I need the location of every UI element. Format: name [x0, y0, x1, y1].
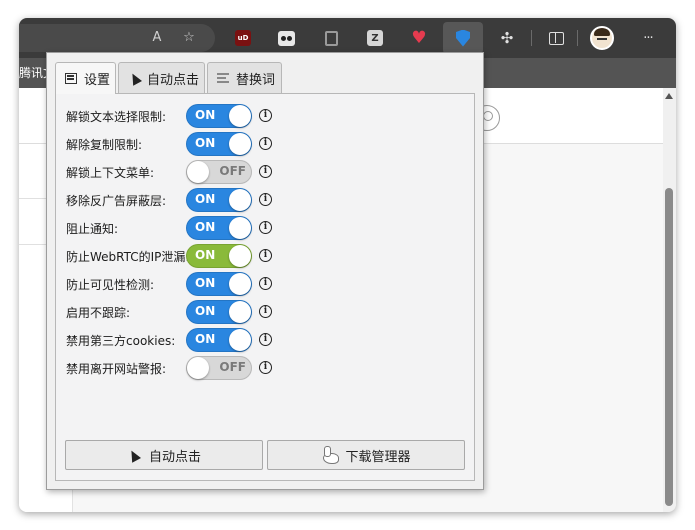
profile-button[interactable]	[588, 25, 616, 51]
eyes-icon	[277, 30, 295, 46]
shield-icon	[456, 29, 470, 47]
extension-popup: 设置 自动点击 替换词 解锁文本选择限制: ON i 解除复制限制: ON i …	[46, 52, 484, 490]
setting-row: 启用不跟踪: ON i	[66, 300, 466, 324]
goose-icon	[321, 446, 340, 464]
setting-label: 启用不跟踪:	[66, 306, 131, 320]
setting-label: 阻止通知:	[66, 222, 119, 236]
info-icon[interactable]: i	[259, 277, 272, 290]
setting-row: 禁用第三方cookies: ON i	[66, 328, 466, 352]
ublock-icon: uD	[235, 30, 251, 46]
reader-extension-button[interactable]	[317, 25, 345, 51]
info-icon[interactable]: i	[259, 249, 272, 262]
setting-label: 禁用离开网站警报:	[66, 362, 167, 376]
tab-label: 设置	[84, 73, 111, 88]
tab-label: 替换词	[236, 72, 276, 88]
info-icon[interactable]: i	[259, 193, 272, 206]
info-icon[interactable]: i	[259, 305, 272, 318]
info-icon[interactable]: i	[259, 165, 272, 178]
setting-row: 解除复制限制: ON i	[66, 132, 466, 156]
setting-label: 防止WebRTC的IP泄漏:	[66, 250, 190, 264]
setting-row: 解锁上下文菜单: OFF i	[66, 160, 466, 184]
heart-extension-button[interactable]: ♥	[405, 25, 433, 51]
setting-toggle[interactable]: ON	[186, 132, 252, 156]
settings-panel: 解锁文本选择限制: ON i 解除复制限制: ON i 解锁上下文菜单: OFF…	[55, 93, 475, 481]
setting-toggle[interactable]: ON	[186, 188, 252, 212]
info-icon[interactable]: i	[259, 333, 272, 346]
info-icon[interactable]: i	[259, 109, 272, 122]
setting-label: 防止可见性检测:	[66, 278, 155, 292]
cursor-icon	[126, 447, 141, 463]
setting-toggle[interactable]: ON	[186, 244, 252, 268]
zotero-extension-button[interactable]: Z	[361, 25, 389, 51]
z-icon: Z	[367, 30, 383, 46]
tab-auto-click[interactable]: 自动点击	[118, 62, 205, 93]
read-aloud-icon[interactable]: A	[147, 29, 167, 47]
button-label: 下载管理器	[345, 449, 411, 465]
ublock-extension-button[interactable]: uD	[229, 25, 257, 51]
extensions-button[interactable]: ✣	[493, 25, 521, 51]
cursor-icon	[128, 70, 142, 86]
toolbar-separator	[577, 30, 578, 46]
address-bar[interactable]: A ☆	[19, 24, 215, 52]
setting-row: 解锁文本选择限制: ON i	[66, 104, 466, 128]
setting-row: 移除反广告屏蔽层: ON i	[66, 188, 466, 212]
setting-label: 禁用第三方cookies:	[66, 334, 176, 348]
setting-label: 解除复制限制:	[66, 138, 143, 152]
tab-label: 自动点击	[147, 72, 200, 88]
settings-icon	[65, 73, 77, 84]
setting-toggle[interactable]: ON	[186, 272, 252, 296]
setting-row: 禁用离开网站警报: OFF i	[66, 356, 466, 380]
eyes-extension-button[interactable]	[272, 25, 300, 51]
lines-icon	[217, 73, 229, 83]
setting-toggle[interactable]: ON	[186, 328, 252, 352]
tab-replace-words[interactable]: 替换词	[207, 62, 282, 93]
split-screen-button[interactable]	[542, 25, 570, 51]
split-screen-icon	[548, 31, 564, 45]
download-manager-button[interactable]: 下载管理器	[267, 440, 465, 470]
tab-settings[interactable]: 设置	[55, 62, 116, 94]
setting-toggle[interactable]: OFF	[186, 356, 252, 380]
favorite-add-icon[interactable]: ☆	[179, 29, 199, 47]
setting-toggle[interactable]: ON	[186, 216, 252, 240]
setting-toggle[interactable]: ON	[186, 104, 252, 128]
setting-toggle[interactable]: OFF	[186, 160, 252, 184]
scroll-up-arrow-icon[interactable]	[665, 93, 673, 99]
setting-label: 解锁上下文菜单:	[66, 166, 155, 180]
setting-row: 阻止通知: ON i	[66, 216, 466, 240]
auto-click-button[interactable]: 自动点击	[65, 440, 263, 470]
setting-toggle[interactable]: ON	[186, 300, 252, 324]
more-icon: ···	[643, 30, 653, 46]
setting-row: 防止可见性检测: ON i	[66, 272, 466, 296]
avatar	[590, 26, 614, 50]
toolbar-separator	[531, 30, 532, 46]
page-scrollbar[interactable]	[663, 88, 676, 512]
info-icon[interactable]: i	[259, 361, 272, 374]
document-icon	[324, 30, 338, 46]
setting-label: 解锁文本选择限制:	[66, 110, 167, 124]
info-icon[interactable]: i	[259, 137, 272, 150]
button-label: 自动点击	[148, 449, 201, 465]
info-icon[interactable]: i	[259, 221, 272, 234]
heart-icon: ♥	[411, 28, 427, 48]
setting-label: 移除反广告屏蔽层:	[66, 194, 167, 208]
puzzle-icon: ✣	[500, 29, 514, 47]
shield-extension-button[interactable]	[443, 22, 483, 54]
scroll-thumb[interactable]	[665, 188, 673, 506]
more-button[interactable]: ···	[634, 25, 662, 51]
setting-row: 防止WebRTC的IP泄漏: ON i	[66, 244, 466, 268]
